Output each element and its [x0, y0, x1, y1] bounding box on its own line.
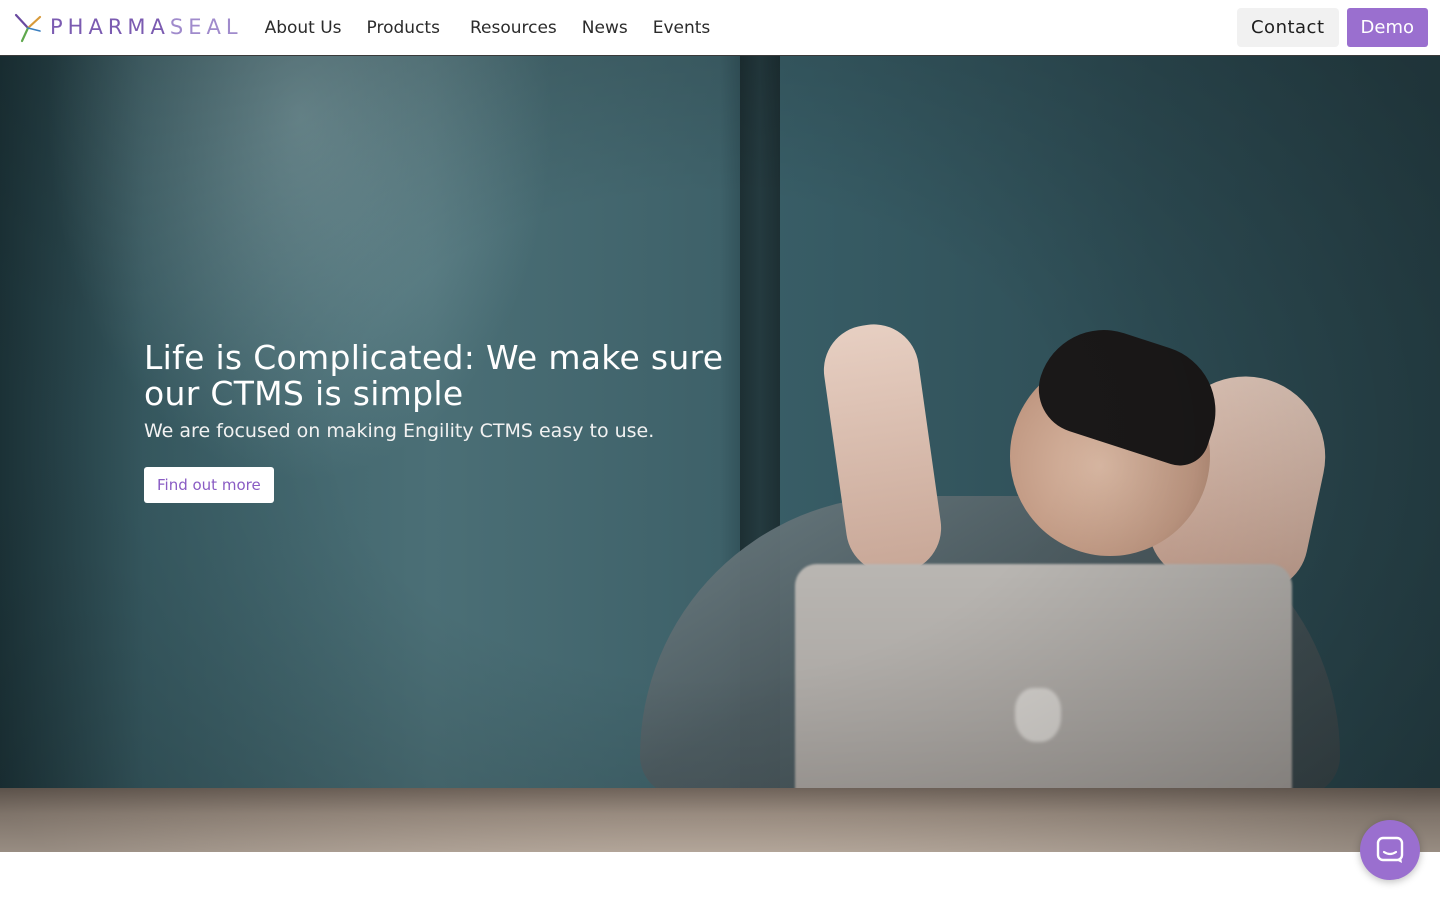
brand-wordmark-seal: SEAL	[169, 15, 243, 39]
hero-title: Life is Complicated: We make sure our CT…	[144, 338, 724, 413]
chat-icon	[1376, 836, 1404, 863]
hero-subtitle: We are focused on making Engility CTMS e…	[144, 420, 655, 442]
hero-section: Life is Complicated: We make sure our CT…	[0, 56, 1440, 852]
main-nav: About Us Products Resources News Events	[265, 0, 711, 56]
nav-item-resources[interactable]: Resources	[470, 0, 557, 56]
header-actions: Contact Demo	[1236, 8, 1428, 47]
chat-launcher-button[interactable]	[1360, 820, 1420, 880]
nav-item-events[interactable]: Events	[653, 0, 711, 56]
brand-wordmark: PHARMASEAL	[50, 17, 243, 38]
brand-wordmark-pharma: PHARMA	[50, 15, 170, 39]
nav-item-about-us[interactable]: About Us	[265, 0, 342, 56]
nav-item-products[interactable]: Products	[367, 0, 440, 56]
find-out-more-button[interactable]: Find out more	[144, 467, 274, 503]
contact-button[interactable]: Contact	[1236, 8, 1339, 47]
nav-item-news[interactable]: News	[582, 0, 628, 56]
demo-button[interactable]: Demo	[1346, 8, 1428, 47]
brand-logo[interactable]: PHARMASEAL	[14, 0, 243, 56]
site-header: PHARMASEAL About Us Products Resources N…	[0, 0, 1440, 56]
pharmaseal-star-icon	[14, 13, 42, 42]
page: PHARMASEAL About Us Products Resources N…	[0, 0, 1440, 900]
hero-content: Life is Complicated: We make sure our CT…	[144, 340, 764, 503]
